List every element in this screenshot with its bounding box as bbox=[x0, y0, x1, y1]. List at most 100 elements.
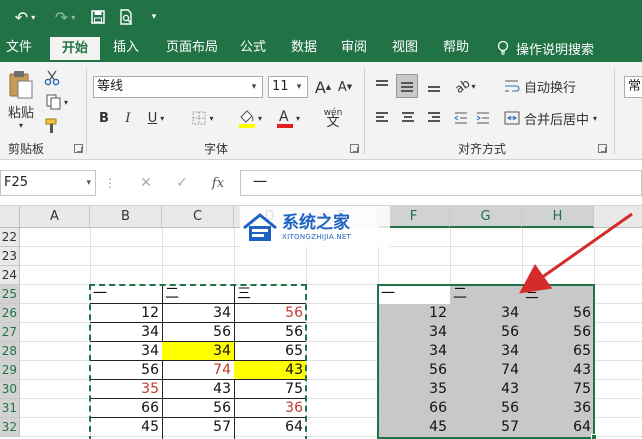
customize-icon: ▾ bbox=[151, 12, 157, 22]
undo-button[interactable]: ↶ ▾ bbox=[8, 6, 42, 28]
chevron-down-icon: ▾ bbox=[160, 113, 165, 123]
worksheet-grid[interactable]: A B C D E F G H 22 23 24 25 26 27 28 29 … bbox=[0, 206, 642, 439]
copy-button[interactable]: ▾ bbox=[42, 92, 72, 112]
underline-button[interactable]: U ▾ bbox=[142, 108, 170, 128]
format-painter-button[interactable] bbox=[42, 116, 62, 136]
grow-font-button[interactable]: A ▲ bbox=[314, 76, 332, 98]
paste-label: 粘贴 bbox=[7, 106, 34, 121]
paste-button[interactable]: 粘贴 ▾ bbox=[4, 68, 38, 132]
redo-icon: ↷ bbox=[54, 7, 69, 27]
chevron-down-icon: ▾ bbox=[593, 113, 598, 123]
confirm-entry-button[interactable]: ✓ bbox=[172, 173, 192, 193]
merge-center-button[interactable]: 合并后居中 ▾ bbox=[504, 108, 614, 128]
group-divider bbox=[614, 68, 615, 154]
chevron-down-icon: ▾ bbox=[71, 12, 76, 22]
decrease-indent-icon bbox=[454, 112, 467, 124]
font-size-value: 11 bbox=[272, 79, 289, 94]
bold-button[interactable]: B bbox=[96, 108, 112, 128]
phonetic-icon: 文 bbox=[326, 115, 340, 130]
chevron-down-icon: ▾ bbox=[86, 178, 91, 188]
borders-button[interactable]: ▾ bbox=[188, 108, 218, 128]
formula-bar: F25 ▾ ⋮ ✕ ✓ fx 一 bbox=[0, 160, 642, 206]
chevron-down-icon: ▾ bbox=[257, 113, 262, 123]
shrink-font-button[interactable]: A ▼ bbox=[336, 76, 354, 98]
lightbulb-icon bbox=[497, 40, 509, 55]
italic-button[interactable]: I bbox=[120, 108, 136, 128]
align-middle-button[interactable] bbox=[396, 74, 418, 98]
title-bar: ↶ ▾ ↷ ▾ ▾ bbox=[0, 0, 642, 34]
font-color-button[interactable]: A ▾ bbox=[272, 106, 304, 130]
font-launcher[interactable] bbox=[350, 144, 359, 153]
svg-text:A: A bbox=[279, 109, 289, 125]
font-color-icon: A bbox=[276, 109, 293, 128]
group-divider bbox=[86, 68, 87, 154]
tab-home[interactable]: 开始 bbox=[50, 37, 100, 62]
merge-cells-icon bbox=[504, 111, 520, 125]
align-center-button[interactable] bbox=[398, 108, 418, 128]
formula-bar-grip[interactable]: ⋮ bbox=[104, 174, 116, 192]
chevron-down-icon: ▾ bbox=[295, 113, 300, 123]
customize-quick-access-button[interactable]: ▾ bbox=[146, 6, 162, 28]
paintbrush-icon bbox=[45, 118, 57, 133]
font-name-value: 等线 bbox=[97, 79, 124, 94]
orientation-icon: ab bbox=[451, 75, 473, 97]
tab-review[interactable]: 审阅 bbox=[335, 34, 373, 62]
group-divider bbox=[364, 68, 365, 154]
redo-button[interactable]: ↷ ▾ bbox=[48, 6, 82, 28]
borders-icon bbox=[192, 111, 206, 125]
annotation-arrow bbox=[519, 212, 633, 294]
undo-icon: ↶ bbox=[14, 7, 29, 27]
chevron-down-icon: ▾ bbox=[18, 121, 23, 130]
grow-font-label: A bbox=[314, 77, 326, 97]
ribbon-home: 粘贴 ▾ ▾ 剪贴板 等线 ▾ 11 ▾ A ▲ A ▼ B I U ▾ ▾ ▾ A… bbox=[0, 62, 642, 160]
copy-icon bbox=[46, 94, 61, 110]
font-name-combo[interactable]: 等线 ▾ bbox=[93, 76, 263, 98]
align-left-button[interactable] bbox=[372, 108, 392, 128]
clipboard-group-label: 剪贴板 bbox=[8, 142, 45, 156]
name-box[interactable]: F25 ▾ bbox=[0, 170, 96, 196]
tab-page-layout[interactable]: 页面布局 bbox=[158, 34, 226, 62]
chevron-down-icon: ▾ bbox=[209, 113, 214, 123]
tab-formulas[interactable]: 公式 bbox=[234, 34, 272, 62]
merge-center-label: 合并后居中 bbox=[524, 112, 590, 128]
wrap-text-button[interactable]: 自动换行 bbox=[504, 76, 578, 96]
insert-function-button[interactable]: fx bbox=[206, 173, 230, 193]
number-format-value: 常 bbox=[628, 79, 642, 94]
font-size-combo[interactable]: 11 ▾ bbox=[268, 76, 308, 98]
alignment-group-label: 对齐方式 bbox=[458, 142, 507, 156]
print-preview-button[interactable] bbox=[116, 6, 136, 28]
chevron-down-icon: ▾ bbox=[296, 82, 302, 92]
ribbon-tabs: 文件 开始 插入 页面布局 公式 数据 审阅 视图 帮助 操作说明搜索 bbox=[0, 34, 642, 62]
tab-file[interactable]: 文件 bbox=[0, 34, 38, 62]
underline-label: U bbox=[147, 110, 158, 126]
align-bottom-button[interactable] bbox=[424, 76, 444, 96]
fill-color-button[interactable]: ▾ bbox=[234, 106, 266, 130]
paste-icon bbox=[9, 71, 33, 99]
tab-insert[interactable]: 插入 bbox=[106, 34, 146, 62]
tab-help[interactable]: 帮助 bbox=[437, 34, 475, 62]
alignment-launcher[interactable] bbox=[598, 144, 607, 153]
formula-input[interactable]: 一 bbox=[240, 170, 642, 196]
increase-indent-button[interactable] bbox=[474, 108, 492, 128]
chevron-down-icon: ▾ bbox=[251, 82, 257, 92]
decrease-indent-button[interactable] bbox=[452, 108, 470, 128]
tell-me-label: 操作说明搜索 bbox=[516, 42, 595, 58]
clipboard-launcher[interactable] bbox=[74, 144, 83, 153]
cut-button[interactable] bbox=[42, 68, 62, 88]
align-right-button[interactable] bbox=[424, 108, 444, 128]
phonetic-guide-button[interactable]: wén 文 bbox=[318, 104, 348, 132]
tab-view[interactable]: 视图 bbox=[386, 34, 424, 62]
print-preview-icon bbox=[120, 9, 132, 25]
chevron-down-icon: ▾ bbox=[63, 97, 68, 107]
tab-data[interactable]: 数据 bbox=[285, 34, 323, 62]
fill-bucket-icon bbox=[238, 110, 255, 128]
orientation-button[interactable]: ab ▾ bbox=[452, 76, 478, 96]
wrap-text-icon bbox=[505, 80, 520, 92]
save-button[interactable] bbox=[88, 6, 108, 28]
number-format-combo[interactable]: 常 bbox=[624, 76, 642, 98]
increase-indent-icon bbox=[476, 112, 489, 124]
align-top-button[interactable] bbox=[372, 76, 392, 96]
tell-me-search[interactable]: 操作说明搜索 bbox=[496, 34, 594, 62]
chevron-down-icon: ▾ bbox=[31, 12, 36, 22]
cancel-entry-button[interactable]: ✕ bbox=[136, 173, 156, 193]
